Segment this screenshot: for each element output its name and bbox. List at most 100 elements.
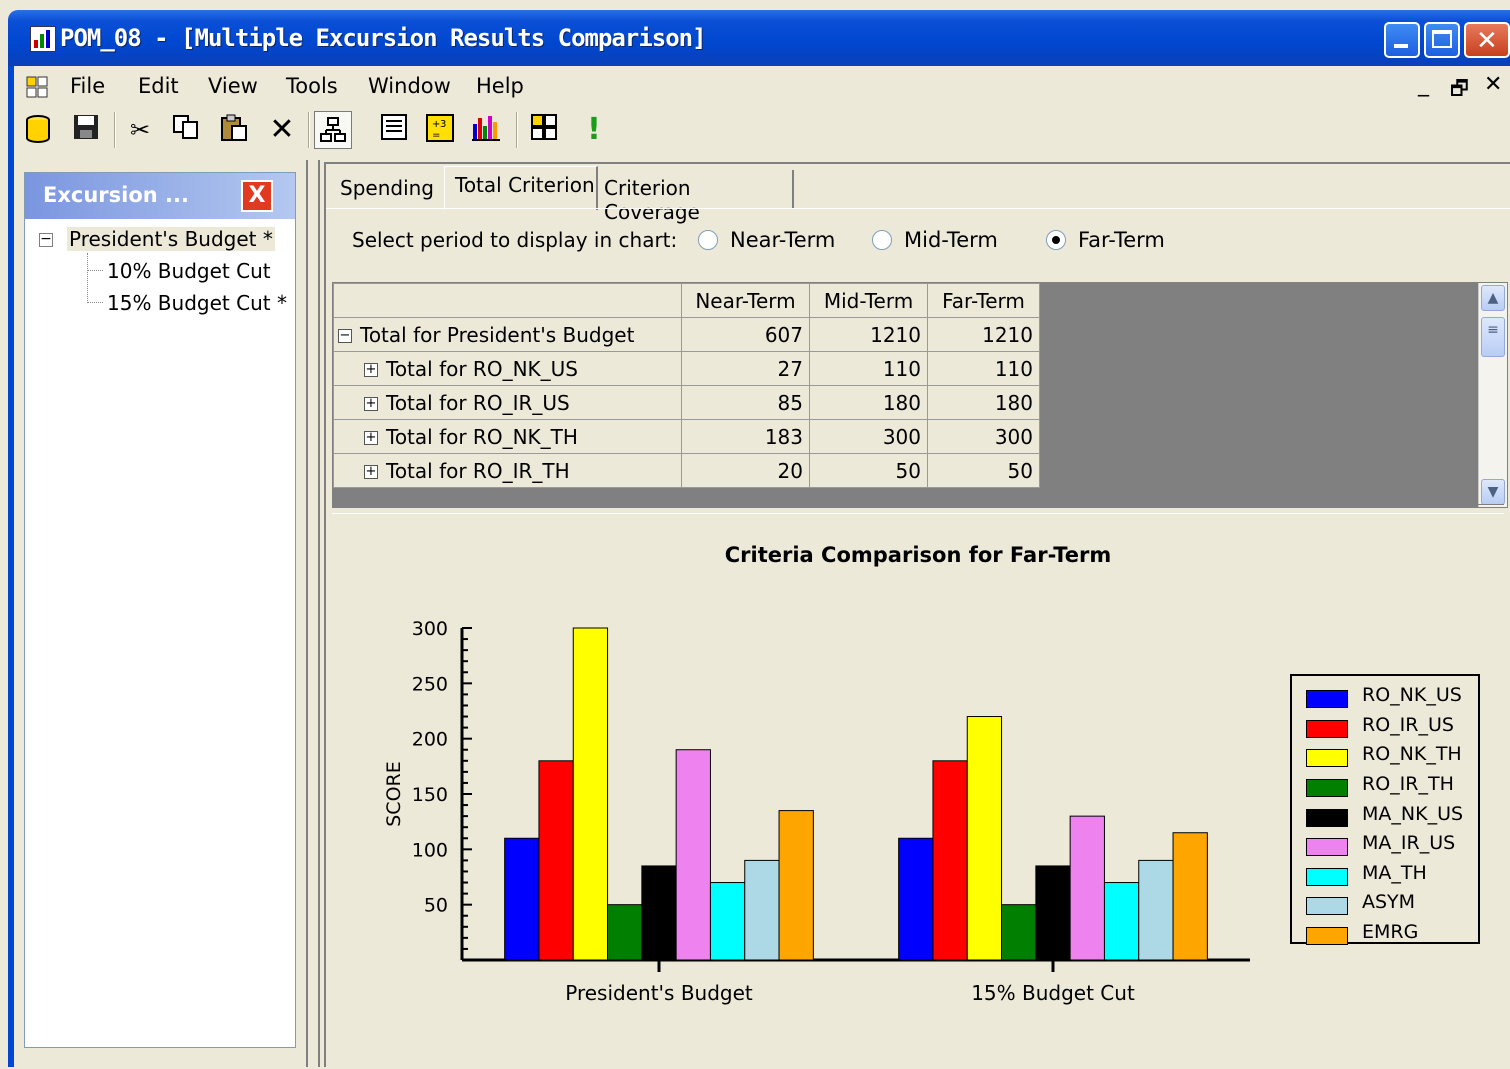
- cut-button[interactable]: ✂: [124, 114, 156, 146]
- mdi-minimize-button[interactable]: _: [1418, 72, 1429, 97]
- bar-ma-nk-us: [1035, 865, 1071, 961]
- window-title: POM_08 - [Multiple Excursion Results Com…: [60, 24, 707, 52]
- tree-expander[interactable]: −: [39, 232, 53, 247]
- svg-text:3: 3: [440, 119, 446, 130]
- open-database-button[interactable]: [22, 114, 54, 146]
- table-row[interactable]: + Total for RO_NK_TH 183 300 300: [333, 419, 1040, 454]
- chart-legend: RO_NK_US RO_IR_US RO_NK_TH RO_IR_TH MA_N…: [1290, 674, 1480, 945]
- scroll-down-button[interactable]: ▼: [1481, 479, 1505, 505]
- excursion-panel-close-button[interactable]: X: [241, 180, 273, 212]
- bar-emrg: [778, 810, 814, 961]
- cell-mid-term[interactable]: 1210: [809, 317, 928, 352]
- cell-near-term[interactable]: 607: [681, 317, 810, 352]
- menu-edit[interactable]: Edit: [138, 74, 179, 98]
- cell-near-term[interactable]: 85: [681, 385, 810, 420]
- cell-near-term[interactable]: 27: [681, 351, 810, 386]
- table-row[interactable]: + Total for RO_IR_US 85 180 180: [333, 385, 1040, 420]
- cell-far-term[interactable]: 50: [927, 453, 1040, 488]
- y-tick-label: 200: [412, 729, 448, 751]
- column-header-far-term[interactable]: Far-Term: [927, 283, 1040, 318]
- menu-window[interactable]: Window: [368, 74, 451, 98]
- grid-chart-divider[interactable]: [332, 504, 1504, 514]
- cell-far-term[interactable]: 300: [927, 419, 1040, 454]
- calculator-button[interactable]: +3 =: [424, 114, 456, 146]
- run-button[interactable]: !: [578, 114, 610, 146]
- cell-mid-term[interactable]: 110: [809, 351, 928, 386]
- copy-button[interactable]: [170, 114, 202, 146]
- save-button[interactable]: [70, 114, 102, 146]
- radio-mid-term-label[interactable]: Mid-Term: [904, 228, 998, 252]
- calculator-icon: +3=: [426, 114, 454, 142]
- menu-tools[interactable]: Tools: [286, 74, 338, 98]
- cell-mid-term[interactable]: 180: [809, 385, 928, 420]
- column-header-mid-term[interactable]: Mid-Term: [809, 283, 928, 318]
- database-icon: [26, 115, 50, 143]
- row-expander[interactable]: −: [338, 329, 352, 343]
- scroll-up-button[interactable]: ▲: [1481, 285, 1505, 311]
- tree-line: [87, 302, 103, 303]
- row-name: Total for RO_NK_TH: [386, 424, 578, 449]
- row-name-cell: + Total for RO_NK_TH: [333, 419, 682, 454]
- mdi-close-button[interactable]: ✕: [1484, 72, 1502, 97]
- tab-criterion-coverage[interactable]: Criterion Coverage: [604, 170, 794, 224]
- legend-swatch: [1306, 838, 1348, 856]
- panel-splitter[interactable]: [306, 160, 320, 1067]
- scroll-thumb[interactable]: ≡: [1481, 317, 1505, 357]
- legend-swatch: [1306, 779, 1348, 797]
- mdi-restore-button[interactable]: 🗗: [1450, 74, 1469, 108]
- column-header-near-term[interactable]: Near-Term: [681, 283, 810, 318]
- cell-mid-term[interactable]: 300: [809, 419, 928, 454]
- delete-button[interactable]: ✕: [266, 114, 298, 146]
- menu-help[interactable]: Help: [476, 74, 524, 98]
- legend-label: RO_NK_US: [1362, 684, 1462, 706]
- table-row[interactable]: + Total for RO_NK_US 27 110 110: [333, 351, 1040, 386]
- bar-ma-th: [1103, 882, 1140, 961]
- radio-far-term-label[interactable]: Far-Term: [1078, 228, 1165, 252]
- list-view-button[interactable]: [378, 114, 410, 146]
- layout-button[interactable]: [528, 114, 560, 146]
- table-row[interactable]: − Total for President's Budget 607 1210 1…: [333, 317, 1040, 352]
- column-header-name[interactable]: [333, 283, 682, 318]
- app-icon: [30, 26, 56, 52]
- tab-spending[interactable]: Spending: [340, 170, 444, 208]
- cell-near-term[interactable]: 20: [681, 453, 810, 488]
- maximize-button[interactable]: [1424, 22, 1460, 58]
- x-tick-label: President's Budget: [565, 981, 753, 1005]
- grid-vertical-scrollbar[interactable]: ▲ ≡ ▼: [1478, 283, 1507, 507]
- radio-mid-term[interactable]: [872, 230, 892, 250]
- tree-item-presidents-budget[interactable]: President's Budget *: [67, 227, 275, 251]
- bar-ro-nk-th: [966, 716, 1003, 961]
- tree-item-15-budget-cut[interactable]: 15% Budget Cut *: [107, 291, 287, 315]
- chevron-up-icon: ▲: [1487, 290, 1499, 306]
- row-expander[interactable]: +: [364, 431, 378, 445]
- y-tick-label: 250: [412, 673, 448, 695]
- hierarchy-view-button[interactable]: [314, 111, 352, 149]
- y-tick-label: 50: [424, 895, 448, 917]
- excursion-panel: Excursion ... X − President's Budget * 1…: [24, 172, 296, 1048]
- radio-far-term[interactable]: [1046, 230, 1066, 250]
- hierarchy-icon: [320, 117, 346, 142]
- minimize-button[interactable]: [1384, 22, 1420, 58]
- legend-swatch: [1306, 720, 1348, 738]
- cell-near-term[interactable]: 183: [681, 419, 810, 454]
- radio-near-term[interactable]: [698, 230, 718, 250]
- row-expander[interactable]: +: [364, 397, 378, 411]
- menu-file[interactable]: File: [70, 74, 105, 98]
- cell-far-term[interactable]: 180: [927, 385, 1040, 420]
- table-row[interactable]: + Total for RO_IR_TH 20 50 50: [333, 453, 1040, 488]
- tab-total-criterion[interactable]: Total Criterion: [444, 166, 598, 210]
- cut-icon: ✂: [129, 116, 151, 144]
- row-expander[interactable]: +: [364, 465, 378, 479]
- cell-far-term[interactable]: 110: [927, 351, 1040, 386]
- chart-view-button[interactable]: [470, 114, 502, 146]
- cell-mid-term[interactable]: 50: [809, 453, 928, 488]
- svg-text:=: =: [432, 130, 440, 141]
- paste-button[interactable]: [218, 114, 250, 146]
- tree-item-10-budget-cut[interactable]: 10% Budget Cut: [107, 259, 271, 283]
- table-header-row: Near-Term Mid-Term Far-Term: [333, 283, 1040, 318]
- close-button[interactable]: ✕: [1464, 22, 1510, 58]
- radio-near-term-label[interactable]: Near-Term: [730, 228, 835, 252]
- menu-view[interactable]: View: [208, 74, 258, 98]
- row-expander[interactable]: +: [364, 363, 378, 377]
- cell-far-term[interactable]: 1210: [927, 317, 1040, 352]
